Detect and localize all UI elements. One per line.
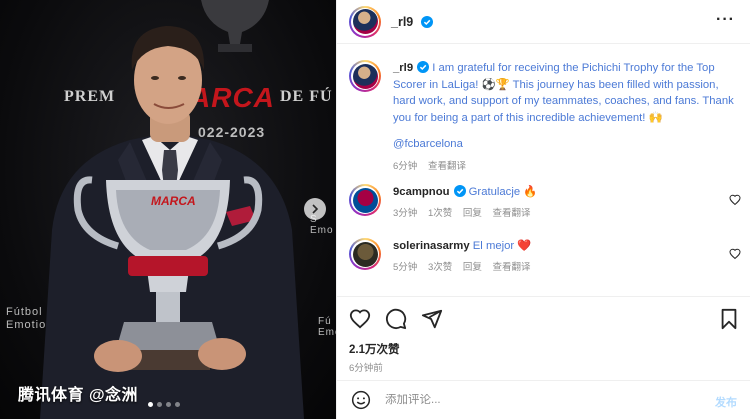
carousel-dot bbox=[148, 402, 153, 407]
share-icon[interactable] bbox=[421, 308, 443, 330]
post-comment-button[interactable]: 发布 bbox=[715, 394, 737, 410]
header-username[interactable]: _rl9 bbox=[391, 15, 433, 29]
caption-text: I am grateful for receiving the Pichichi… bbox=[393, 62, 734, 124]
verified-badge-icon bbox=[453, 185, 466, 197]
add-comment-bar: 发布 bbox=[337, 380, 750, 419]
caption-time: 6分钟 bbox=[393, 160, 418, 172]
comment-item: 9campnou Gratulacje 🔥 3分钟 1次赞 回复 查看翻译 bbox=[349, 184, 741, 222]
comment-username[interactable]: 9campnou bbox=[393, 185, 466, 198]
post-actions: 2.1万次赞 6分钟前 bbox=[337, 296, 750, 376]
carousel-dot bbox=[175, 402, 180, 407]
comment-item: solerinasarmy El mejor ❤️ 5分钟 3次赞 回复 查看翻… bbox=[349, 238, 741, 276]
avatar[interactable] bbox=[349, 5, 381, 38]
verified-badge-icon bbox=[417, 61, 430, 73]
post-caption: _rl9 I am grateful for receiving the Pic… bbox=[349, 60, 741, 175]
comment-likes[interactable]: 3次赞 bbox=[428, 262, 452, 273]
chevron-right-icon bbox=[312, 204, 319, 214]
bookmark-icon[interactable] bbox=[719, 308, 739, 330]
comment-time: 3分钟 bbox=[393, 208, 418, 219]
mention-link[interactable]: @fcbarcelona bbox=[393, 136, 741, 153]
post-media[interactable]: PREM ARCA DE FÚ 022-2023 Fútbol Emotio S… bbox=[0, 0, 336, 419]
comment-avatar[interactable] bbox=[349, 238, 381, 270]
comment-username[interactable]: solerinasarmy bbox=[393, 240, 470, 252]
reply-link[interactable]: 回复 bbox=[463, 262, 482, 273]
carousel-indicator bbox=[148, 402, 180, 407]
heart-icon[interactable] bbox=[349, 308, 371, 330]
carousel-dot bbox=[157, 402, 162, 407]
carousel-next-button[interactable] bbox=[304, 198, 326, 220]
post-time: 6分钟前 bbox=[349, 363, 383, 374]
likes-count[interactable]: 2.1万次赞 bbox=[349, 341, 739, 357]
comment-text: Gratulacje 🔥 bbox=[468, 186, 538, 198]
caption-username[interactable]: _rl9 bbox=[393, 61, 430, 74]
reply-link[interactable]: 回复 bbox=[463, 208, 482, 219]
media-watermark: 腾讯体育 @念洲 bbox=[18, 387, 139, 404]
comment-input[interactable] bbox=[385, 394, 685, 406]
post-sidebar: _rl9 ··· _rl9 I am grateful for receivin… bbox=[336, 0, 750, 419]
see-translation-link[interactable]: 查看翻译 bbox=[428, 161, 466, 172]
comment-icon[interactable] bbox=[385, 308, 407, 330]
comment-avatar[interactable] bbox=[349, 184, 381, 216]
see-translation-link[interactable]: 查看翻译 bbox=[493, 208, 531, 219]
carousel-dot bbox=[166, 402, 171, 407]
comment-likes[interactable]: 1次赞 bbox=[428, 208, 452, 219]
caption-avatar[interactable] bbox=[349, 60, 381, 92]
see-translation-link[interactable]: 查看翻译 bbox=[493, 262, 531, 273]
trophy-marca-label: MARCA bbox=[151, 194, 196, 208]
comment-text: El mejor ❤️ bbox=[472, 240, 532, 252]
emoji-icon[interactable] bbox=[351, 390, 371, 410]
post-header: _rl9 ··· bbox=[337, 0, 750, 44]
player-holding-trophy-image bbox=[40, 26, 304, 419]
verified-badge-icon bbox=[420, 15, 433, 28]
comment-like-heart-icon[interactable] bbox=[729, 248, 741, 260]
more-options-button[interactable]: ··· bbox=[716, 12, 735, 28]
comment-time: 5分钟 bbox=[393, 262, 418, 273]
comment-like-heart-icon[interactable] bbox=[729, 194, 741, 206]
